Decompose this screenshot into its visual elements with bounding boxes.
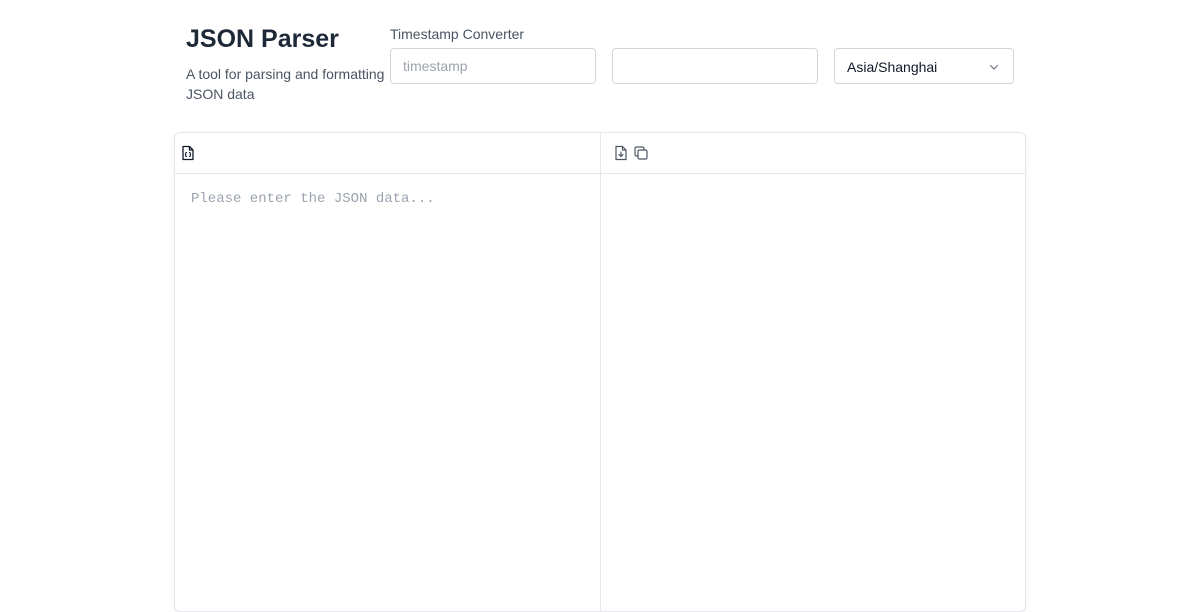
output-toolbar (601, 133, 1025, 174)
input-panel (175, 133, 601, 611)
header: JSON Parser A tool for parsing and forma… (186, 0, 1016, 110)
download-button[interactable] (613, 145, 629, 161)
page-subtitle: A tool for parsing and formatting JSON d… (186, 66, 385, 102)
json-input-textarea[interactable] (175, 174, 600, 611)
chevron-down-icon (989, 64, 999, 70)
json-file-icon (182, 145, 194, 161)
copy-icon (634, 146, 648, 160)
copy-button[interactable] (633, 145, 649, 161)
download-file-icon (615, 145, 627, 161)
page-title: JSON Parser (186, 25, 339, 53)
timestamp-input[interactable] (390, 48, 596, 84)
converted-date-field[interactable] (612, 48, 818, 84)
input-toolbar (175, 133, 600, 174)
json-file-button[interactable] (180, 145, 196, 161)
timezone-value: Asia/Shanghai (847, 59, 938, 75)
output-panel (601, 133, 1025, 611)
timezone-select[interactable]: Asia/Shanghai (834, 48, 1014, 84)
json-output-area[interactable] (601, 174, 1025, 611)
editor-panels (174, 132, 1026, 612)
timestamp-converter-label: Timestamp Converter (390, 26, 525, 42)
brand: JSON Parser A tool for parsing and forma… (186, 24, 391, 104)
